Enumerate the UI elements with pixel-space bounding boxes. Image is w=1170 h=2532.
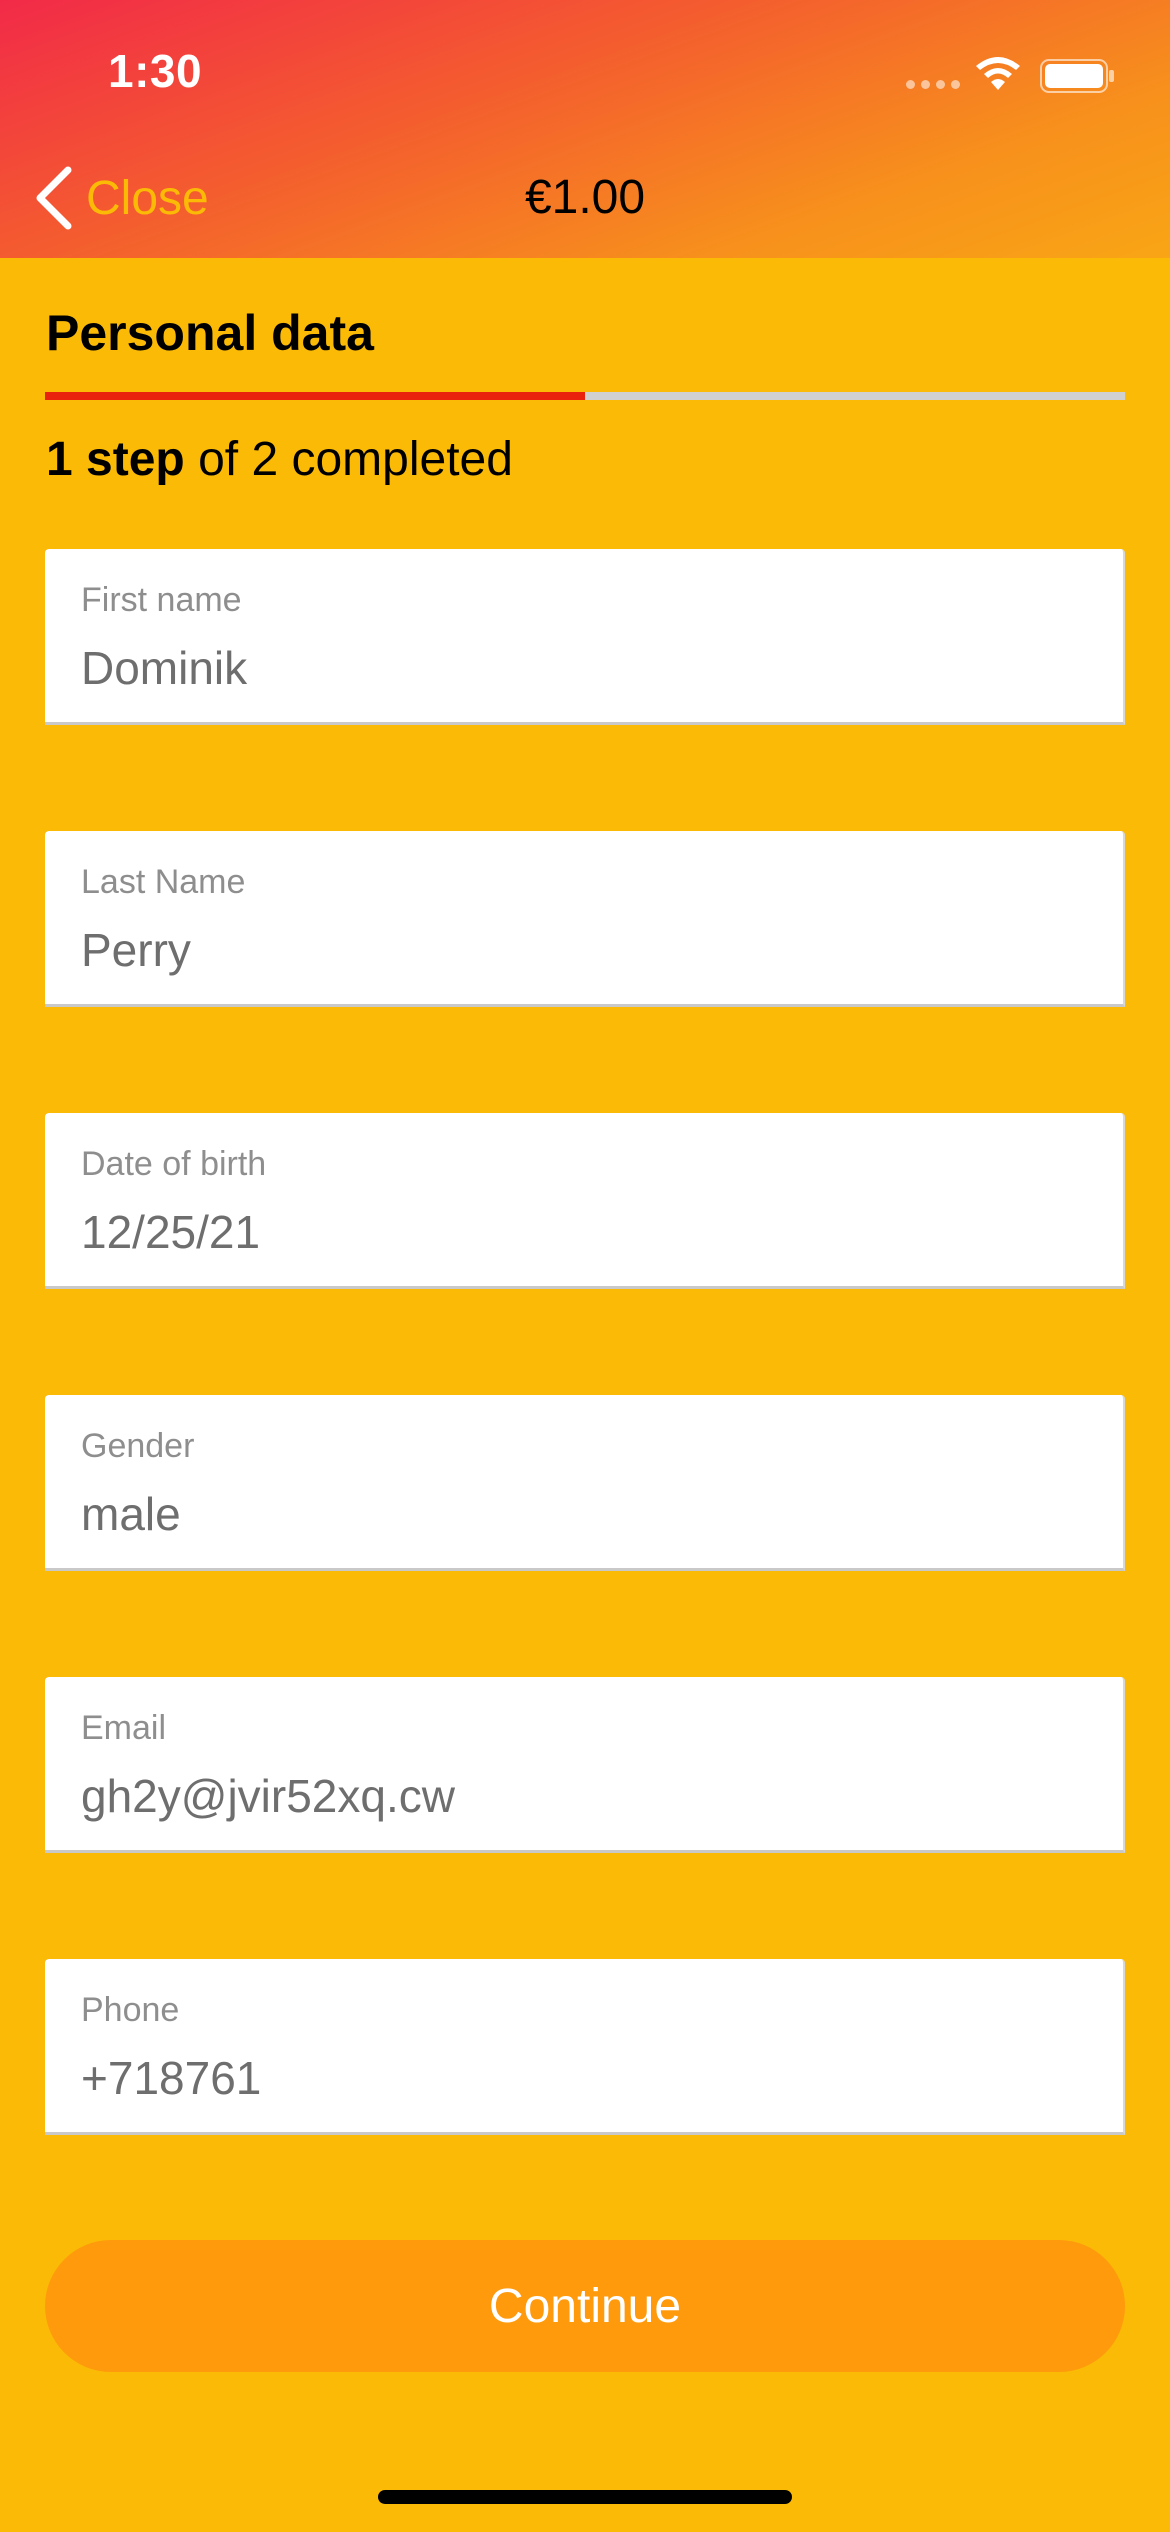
cellular-signal-icon [906, 80, 960, 89]
header: 1:30 Close €1.00 [0, 0, 1170, 258]
date-of-birth-field[interactable]: Date of birth 12/25/21 [45, 1113, 1125, 1289]
gender-field[interactable]: Gender male [45, 1395, 1125, 1571]
continue-button[interactable]: Continue [45, 2240, 1125, 2372]
gender-label: Gender [81, 1427, 195, 1465]
email-value: gh2y@jvir52xq.cw [81, 1770, 455, 1822]
phone-field[interactable]: Phone +718761 [45, 1959, 1125, 2135]
date-of-birth-label: Date of birth [81, 1145, 267, 1183]
gender-value: male [81, 1488, 181, 1540]
date-of-birth-value: 12/25/21 [81, 1206, 261, 1258]
last-name-label: Last Name [81, 863, 246, 901]
progress-step-rest: of 2 completed [184, 433, 513, 486]
last-name-value: Perry [81, 924, 191, 976]
phone-label: Phone [81, 1991, 180, 2029]
section-title: Personal data [46, 305, 374, 361]
first-name-label: First name [81, 581, 242, 619]
progress-bar-fill [45, 392, 585, 400]
email-label: Email [81, 1709, 167, 1747]
progress-step-count: 1 step [46, 433, 185, 486]
wifi-icon [976, 57, 1020, 90]
progress-bar [45, 392, 1125, 400]
first-name-field[interactable]: First name Dominik [45, 549, 1125, 725]
price-title: €1.00 [524, 171, 646, 224]
email-field[interactable]: Email gh2y@jvir52xq.cw [45, 1677, 1125, 1853]
progress-status-text: 1 step of 2 completed [46, 432, 513, 487]
last-name-field[interactable]: Last Name Perry [45, 831, 1125, 1007]
status-bar-time: 1:30 [108, 45, 203, 97]
first-name-value: Dominik [81, 642, 248, 694]
phone-value: +718761 [81, 2052, 262, 2104]
battery-icon [1040, 59, 1114, 93]
home-indicator[interactable] [378, 2490, 792, 2504]
